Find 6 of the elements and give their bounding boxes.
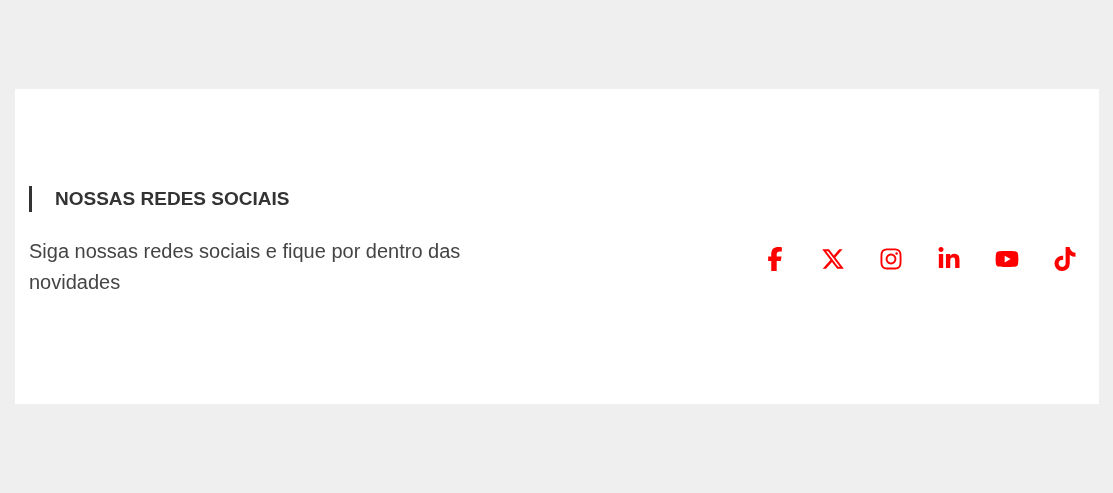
x-icon[interactable] (821, 247, 845, 271)
tiktok-icon[interactable] (1053, 247, 1077, 271)
linkedin-icon[interactable] (937, 247, 961, 271)
instagram-icon[interactable] (879, 247, 903, 271)
section-heading: NOSSAS REDES SOCIAIS (29, 186, 1077, 212)
section-description: Siga nossas redes sociais e fique por dentro das novidades (29, 239, 462, 295)
